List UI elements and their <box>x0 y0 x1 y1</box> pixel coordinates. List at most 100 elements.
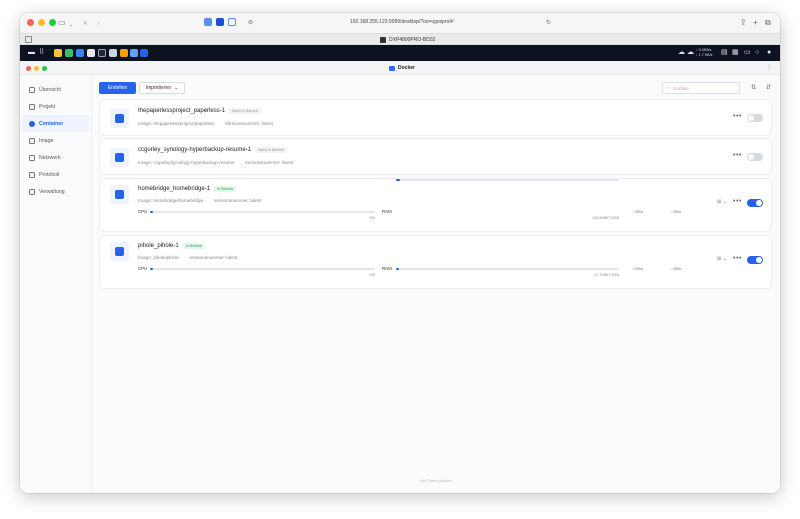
ram-bar <box>396 267 619 270</box>
maximize-window-button[interactable] <box>49 19 56 26</box>
sidebar-item-image[interactable]: Image <box>20 132 91 149</box>
sort-icon[interactable]: ⇅ <box>751 84 756 91</box>
network-icon <box>29 154 35 161</box>
app-title-text: Docker <box>398 65 415 71</box>
container-toggle[interactable] <box>747 256 763 264</box>
log-icon <box>29 171 35 178</box>
browser-window: ▭ ⌄ ‹ › ⊜ 192.168.255.123:9999/desktop/?… <box>20 13 780 493</box>
ram-bar <box>396 178 619 181</box>
shield-icon[interactable] <box>216 18 224 26</box>
share-icon[interactable]: ⇪ <box>740 18 747 28</box>
cpu-value: 0% <box>369 273 376 277</box>
files-app-icon[interactable] <box>54 49 62 57</box>
sidebar-item-overview[interactable]: Übersicht <box>20 81 91 98</box>
sidebar-item-network[interactable]: Netzwerk <box>20 149 91 166</box>
sidebar-item-container[interactable]: Container <box>22 115 89 132</box>
filter-icon[interactable]: ⇵ <box>766 84 771 91</box>
desktop-icon[interactable]: ▬ <box>28 48 35 57</box>
open-terminal-icon[interactable]: ⊞ ⌄ <box>717 199 727 205</box>
tasks-icon[interactable]: ▤ <box>721 48 728 57</box>
extension-icon[interactable] <box>204 18 212 26</box>
container-name[interactable]: homebridge_homebridge-1 <box>138 186 210 192</box>
bookmark-icon[interactable] <box>228 18 236 26</box>
active-tab[interactable]: DXP4800PRO-BD32 <box>380 37 435 43</box>
help-icon[interactable]: ⋮ <box>766 64 772 71</box>
docker-app-icon[interactable] <box>140 49 148 57</box>
sidebar-item-management[interactable]: Verwaltung <box>20 183 91 200</box>
container-name[interactable]: thepaperlessproject_paperless-1 <box>138 108 225 114</box>
container-card[interactable]: pihole_pihole-1 In Betrieb Image: pihole… <box>99 235 772 289</box>
more-options-icon[interactable]: ••• <box>733 152 742 159</box>
management-icon <box>29 188 35 195</box>
container-icon <box>110 242 129 261</box>
docker-icon <box>389 65 395 71</box>
network-icon[interactable]: ☁ <box>678 48 685 57</box>
user-icon[interactable]: ● <box>767 48 771 57</box>
container-meta: Image: thepaperlessproject/paperless Ver… <box>138 121 282 126</box>
photos-app-icon[interactable] <box>65 49 73 57</box>
sidebar-toggle-icon[interactable]: ▭ <box>58 18 66 28</box>
open-terminal-icon[interactable]: ⊞ ⌄ <box>717 256 727 262</box>
cloud-sync-icon[interactable]: ☁ <box>687 48 694 57</box>
app-title: Docker <box>389 65 415 71</box>
tabs-overview-icon[interactable]: ⧉ <box>765 18 771 28</box>
container-version: Versionsnummer: latest <box>244 160 293 165</box>
create-button[interactable]: Erstellen <box>99 82 136 94</box>
more-options-icon[interactable]: ••• <box>733 255 742 262</box>
tab-group-icon[interactable] <box>25 36 32 43</box>
search-icon[interactable]: ○ <box>755 48 759 57</box>
layout-icon[interactable]: ▦ <box>732 48 739 57</box>
terminal-app-icon[interactable] <box>98 49 106 57</box>
net-upload: ↑ 0B/s <box>632 266 644 271</box>
close-window-button[interactable] <box>27 19 34 26</box>
ram-label: RAM <box>382 266 392 271</box>
more-options-icon[interactable]: ••• <box>733 113 742 120</box>
container-name-row: thepaperlessproject_paperless-1 Nicht in… <box>138 108 261 114</box>
container-image: Image: homebridge/homebridge <box>138 198 204 203</box>
net-download-value: 0B/s <box>673 266 682 271</box>
container-version: Versionsnummer: latest <box>213 198 262 203</box>
sidebar-item-log[interactable]: Protokoll <box>20 166 91 183</box>
container-card[interactable]: ccgurley_synology-hyperbackup-resume-1 N… <box>99 138 772 175</box>
container-name[interactable]: pihole_pihole-1 <box>138 243 179 249</box>
app-close-button[interactable] <box>26 66 31 71</box>
storage-app-icon[interactable] <box>109 49 117 57</box>
message-icon[interactable]: ▭ <box>744 48 751 57</box>
new-tab-icon[interactable]: + <box>753 18 758 28</box>
minimize-window-button[interactable] <box>38 19 45 26</box>
backup-app-icon[interactable] <box>76 49 84 57</box>
container-toggle[interactable] <box>747 153 763 161</box>
app-maximize-button[interactable] <box>42 66 47 71</box>
sidebar-item-label: Übersicht <box>39 86 61 93</box>
app-minimize-button[interactable] <box>34 66 39 71</box>
import-button[interactable]: Importieren ⌄ <box>139 82 185 94</box>
media-app-icon[interactable] <box>120 49 128 57</box>
tab-strip: DXP4800PRO-BD32 <box>20 33 780 45</box>
app-grid-icon[interactable]: ⠿ <box>39 48 44 57</box>
page-info-icon[interactable]: ⊜ <box>248 18 253 28</box>
chevron-down-icon[interactable]: ⌄ <box>69 20 73 30</box>
cpu-bar <box>150 210 375 213</box>
container-card[interactable]: homebridge_homebridge-1 In Betrieb Image… <box>99 178 772 232</box>
cloud-app-icon[interactable] <box>130 49 138 57</box>
container-toggle[interactable] <box>747 199 763 207</box>
container-image: Image: pihole/pihole <box>138 255 180 260</box>
more-options-icon[interactable]: ••• <box>733 198 742 205</box>
footer-status: Alle Daten geladen <box>419 479 453 483</box>
reload-icon[interactable]: ↻ <box>546 18 551 28</box>
container-name[interactable]: ccgurley_synology-hyperbackup-resume-1 <box>138 147 251 153</box>
sidebar-item-project[interactable]: Projekt <box>20 98 91 115</box>
ram-value: 37.7MB/7.5GB <box>594 273 619 277</box>
settings-app-icon[interactable] <box>87 49 95 57</box>
container-toggle[interactable] <box>747 114 763 122</box>
sidebar-item-label: Netzwerk <box>39 154 61 161</box>
back-icon[interactable]: ‹ <box>84 18 87 28</box>
container-card[interactable]: thepaperlessproject_paperless-1 Nicht in… <box>99 99 772 136</box>
address-bar[interactable]: 192.168.255.123:9999/desktop/?os=ugospro… <box>350 19 454 25</box>
search-input[interactable]: ○ Suchen <box>662 82 740 94</box>
overview-icon <box>29 86 35 93</box>
sidebar-item-label: Projekt <box>39 103 56 110</box>
forward-icon[interactable]: › <box>97 18 100 28</box>
main-content: Erstellen Importieren ⌄ ○ Suchen ⇅ ⇵ the… <box>92 75 780 493</box>
container-icon <box>110 109 129 128</box>
